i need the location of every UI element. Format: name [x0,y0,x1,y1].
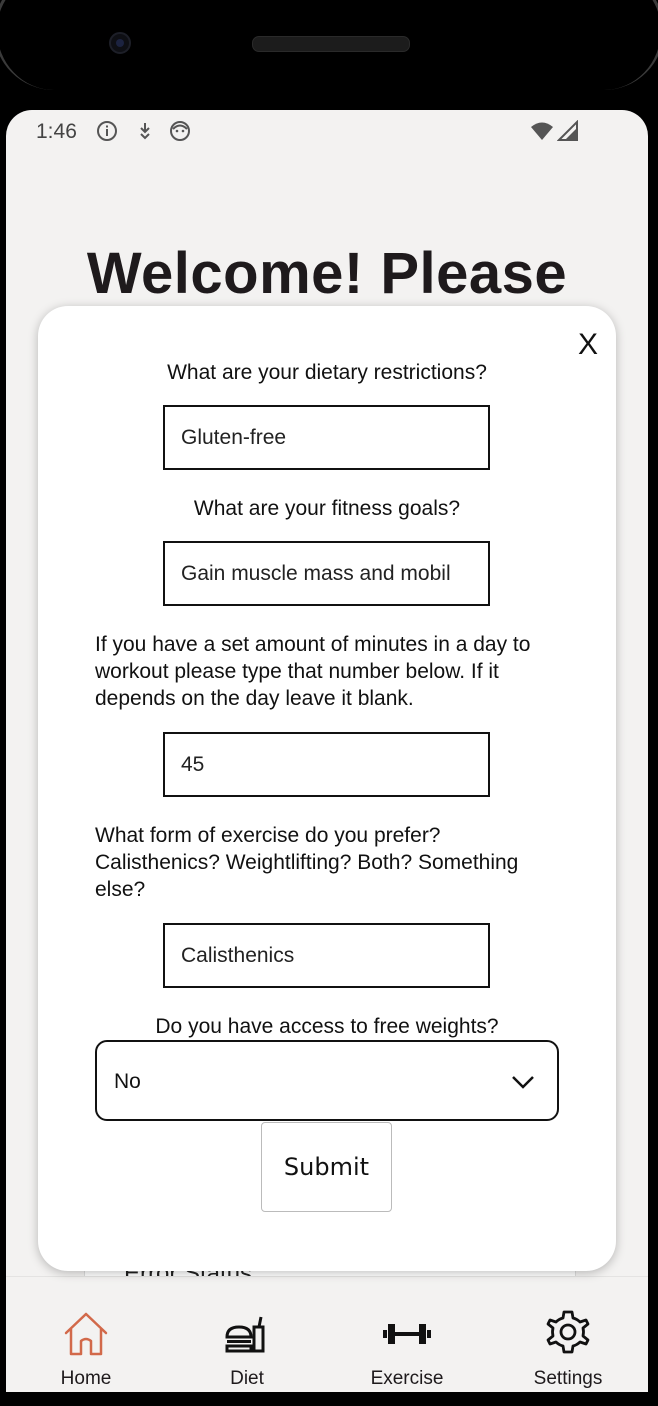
fitness-goals-input[interactable] [163,541,490,606]
bottom-nav: Home Diet Exercise Settings [6,1276,648,1392]
nav-item-diet[interactable]: Diet [167,1277,327,1392]
exercise-form-input[interactable] [163,923,490,988]
signal-icon [557,120,578,141]
question-free-weights: Do you have access to free weights? [155,1015,499,1038]
nav-item-home[interactable]: Home [6,1277,166,1392]
nav-label-home: Home [60,1368,112,1389]
nav-label-exercise: Exercise [370,1368,444,1389]
dietary-restrictions-input[interactable] [163,405,490,470]
question-exercise-form: What form of exercise do you prefer? Cal… [95,824,519,901]
free-weights-selected-value: No [114,1070,141,1093]
gear-icon [546,1310,590,1354]
status-time: 1:46 [36,120,77,143]
phone-bezel [0,0,658,115]
earpiece-speaker [252,36,410,52]
status-bar: 1:46 [6,110,648,150]
welcome-heading: Welcome! Please [86,241,568,306]
chevron-down-icon [512,1076,534,1089]
free-weights-select[interactable]: No [95,1040,559,1121]
submit-button[interactable]: Submit [261,1122,392,1212]
front-camera [109,32,131,54]
workout-minutes-input[interactable] [163,732,490,797]
close-button[interactable]: X [578,330,598,360]
download-icon [140,123,150,140]
dumbbell-icon [383,1324,431,1344]
question-dietary-restrictions: What are your dietary restrictions? [167,361,487,384]
face-icon [170,121,190,141]
question-workout-minutes: If you have a set amount of minutes in a… [95,633,531,710]
nav-label-settings: Settings [533,1368,603,1389]
nav-label-diet: Diet [230,1368,264,1389]
burger-drink-icon [225,1316,265,1353]
info-icon [97,121,117,141]
nav-item-exercise[interactable]: Exercise [327,1277,487,1392]
home-icon [64,1312,108,1356]
question-fitness-goals: What are your fitness goals? [193,497,461,520]
questionnaire-modal: X What are your dietary restrictions? Wh… [38,306,616,1271]
wifi-icon [531,122,553,140]
nav-item-settings[interactable]: Settings [488,1277,648,1392]
